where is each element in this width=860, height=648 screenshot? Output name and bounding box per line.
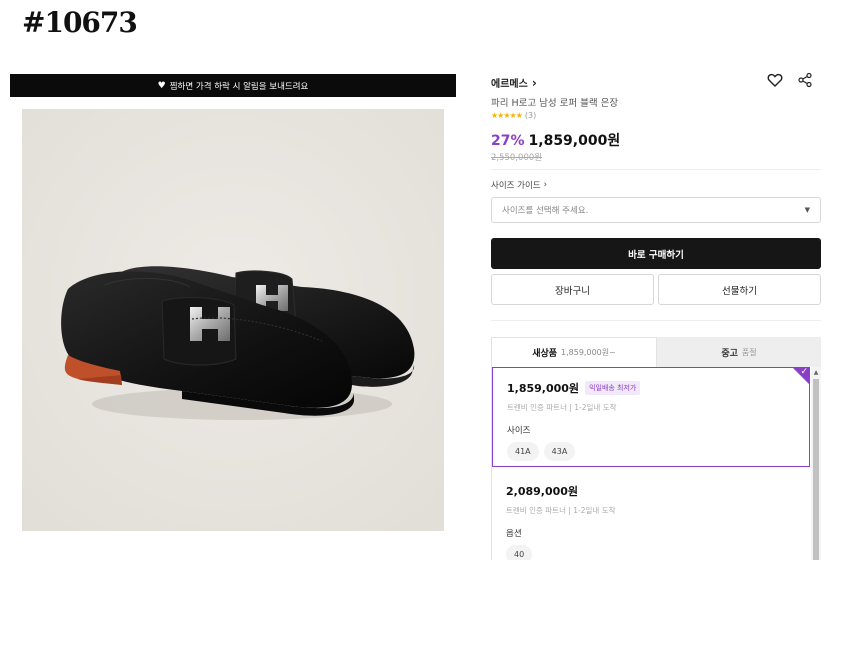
offer-card[interactable]: 2,089,000원 트렌비 인증 파트너 | 1-2일내 도착 옵션 40	[492, 471, 810, 560]
scroll-up-icon[interactable]: ▲	[811, 369, 821, 376]
check-icon: ✓	[800, 367, 808, 377]
offer-list: ✓ 1,859,000원 익일배송 최저가 트렌비 인증 파트너 | 1-2일내…	[491, 367, 821, 560]
heart-icon: ♥	[157, 80, 166, 91]
discount-rate: 27%	[491, 133, 525, 149]
caret-down-icon: ▼	[804, 206, 810, 214]
tab-new-price: 1,859,000원~	[561, 348, 616, 357]
offer-option-label: 사이즈	[507, 426, 531, 436]
sale-price: 1,859,000원	[528, 133, 621, 149]
tab-used[interactable]: 중고 품절	[657, 337, 821, 367]
buy-now-button[interactable]: 바로 구매하기	[491, 238, 821, 269]
divider	[491, 320, 821, 321]
share-icon[interactable]	[797, 72, 813, 88]
brand-name: 에르메스	[491, 79, 528, 90]
action-icons	[767, 72, 813, 88]
original-price: 2,550,000원	[491, 153, 543, 163]
size-chip[interactable]: 41A	[507, 442, 539, 461]
chevron-right-icon: ›	[531, 75, 537, 90]
condition-tabs: 새상품 1,859,000원~ 중고 품절	[491, 337, 821, 367]
brand-link[interactable]: 에르메스 ›	[491, 75, 537, 91]
size-select[interactable]: 사이즈를 선택해 주세요. ▼	[491, 197, 821, 223]
chevron-right-icon: ›	[543, 180, 548, 190]
divider	[491, 169, 821, 170]
rating[interactable]: ★★★★★ (3)	[491, 111, 536, 120]
star-rating-icon: ★★★★★	[491, 111, 523, 120]
tab-new-label: 새상품	[532, 349, 558, 359]
offer-seller-meta: 트렌비 인증 파트너 | 1-2일내 도착	[507, 403, 617, 412]
gift-button[interactable]: 선물하기	[658, 274, 821, 305]
size-guide-link[interactable]: 사이즈 가이드 ›	[491, 179, 547, 191]
price-row: 27% 1,859,000원	[491, 130, 620, 150]
size-select-placeholder: 사이즈를 선택해 주세요.	[502, 206, 589, 216]
product-image	[22, 109, 444, 531]
offer-price: 2,089,000원	[506, 485, 579, 498]
shipping-badge: 익일배송 최저가	[585, 381, 641, 395]
tab-new[interactable]: 새상품 1,859,000원~	[491, 337, 657, 367]
offer-card[interactable]: ✓ 1,859,000원 익일배송 최저가 트렌비 인증 파트너 | 1-2일내…	[492, 367, 810, 467]
product-id-label: #10673	[22, 6, 138, 39]
scroll-thumb[interactable]	[813, 379, 819, 560]
tab-used-label: 중고	[721, 348, 738, 359]
offer-seller-meta: 트렌비 인증 파트너 | 1-2일내 도착	[506, 506, 616, 515]
price-alert-banner[interactable]: ♥ 찜하면 가격 하락 시 알림을 보내드려요	[10, 74, 456, 97]
price-alert-text: 찜하면 가격 하락 시 알림을 보내드려요	[169, 81, 309, 92]
product-name: 파리 H로고 남성 로퍼 블랙 은장	[491, 98, 619, 109]
cart-button[interactable]: 장바구니	[491, 274, 654, 305]
size-chip[interactable]: 43A	[543, 442, 576, 461]
size-guide-label: 사이즈 가이드	[491, 181, 541, 191]
scrollbar[interactable]: ▲	[811, 367, 821, 560]
offer-option-label: 옵션	[506, 529, 522, 539]
offer-price: 1,859,000원	[507, 382, 580, 395]
tab-used-status: 품절	[741, 347, 757, 357]
review-count: (3)	[524, 111, 537, 120]
heart-outline-icon[interactable]	[767, 72, 783, 88]
option-chip[interactable]: 40	[506, 545, 533, 560]
